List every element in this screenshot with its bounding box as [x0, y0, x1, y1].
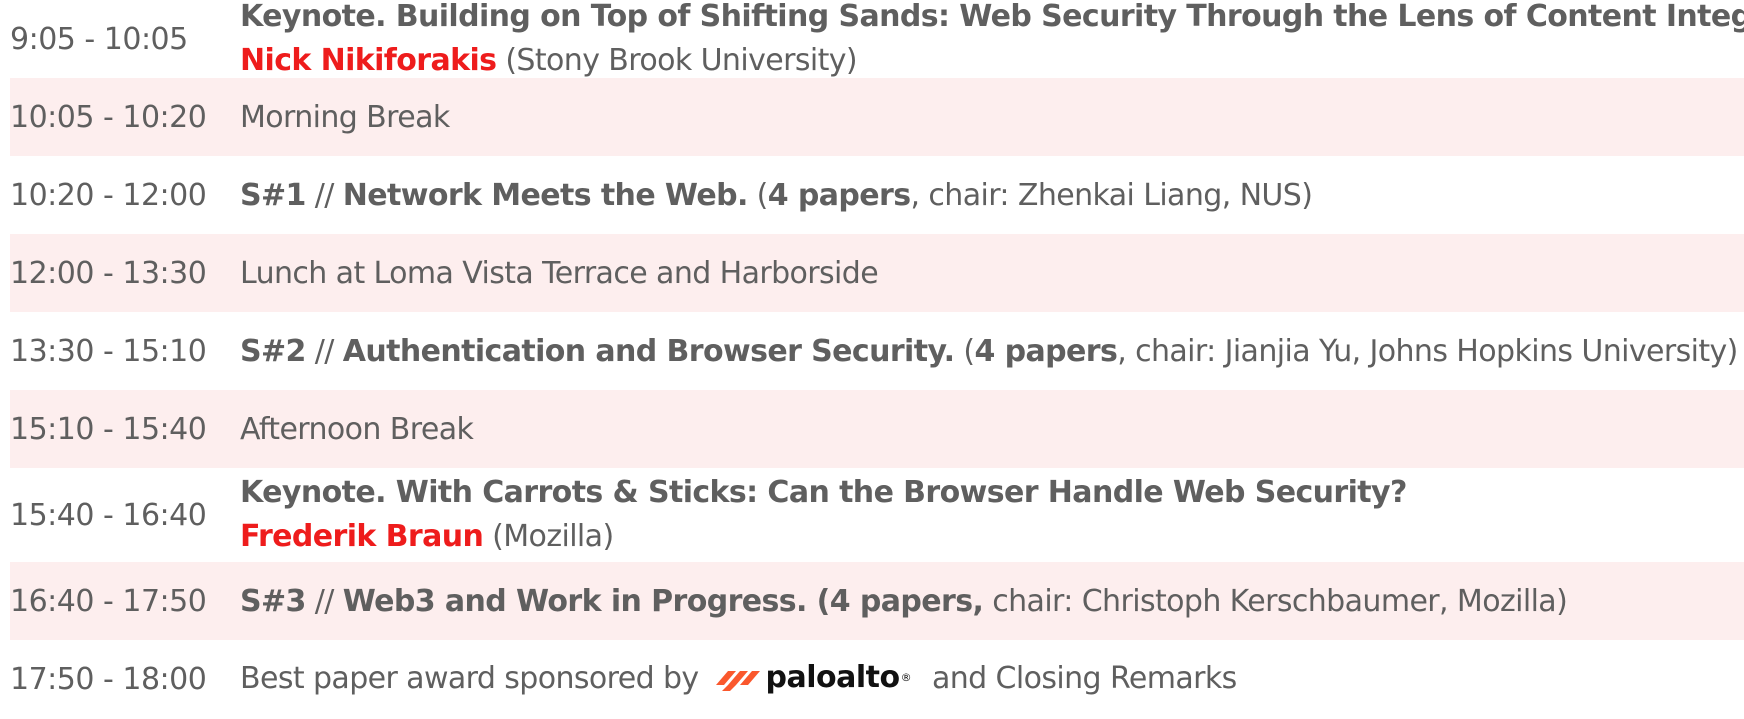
schedule-row-session-1: 10:20 - 12:00 S#1 // Network Meets the W… [10, 156, 1744, 234]
session-name: Authentication and Browser Security. [342, 333, 955, 369]
time-slot: 10:05 - 10:20 [10, 99, 207, 135]
paper-count: 4 papers [767, 177, 911, 213]
session-chair: chair: Christoph Kerschbaumer, Mozilla) [983, 583, 1568, 619]
keynote-content: Keynote. With Carrots & Sticks: Can the … [240, 471, 1407, 559]
time-slot: 12:00 - 13:30 [10, 255, 207, 291]
award-text: Best paper award sponsored by [240, 661, 699, 696]
session-separator: // [305, 177, 343, 213]
session-name: Network Meets the Web. [342, 177, 749, 213]
closing-remarks-text: and Closing Remarks [931, 661, 1237, 696]
keynote-title: Keynote. With Carrots & Sticks: Can the … [240, 475, 1407, 510]
time-slot: 13:30 - 15:10 [10, 333, 207, 369]
schedule-row-lunch: 12:00 - 13:30 Lunch at Loma Vista Terrac… [10, 234, 1744, 312]
schedule-row-keynote-1: 9:05 - 10:05 Keynote. Building on Top of… [10, 0, 1744, 78]
schedule-row-closing: 17:50 - 18:00 Best paper award sponsored… [10, 640, 1744, 718]
schedule-table: 9:05 - 10:05 Keynote. Building on Top of… [10, 0, 1744, 718]
paloalto-chevron-icon [715, 670, 760, 691]
keynote-content: Keynote. Building on Top of Shifting San… [240, 0, 1744, 83]
speaker-affiliation: (Mozilla) [483, 519, 614, 554]
speaker-name: Nick Nikiforakis [240, 43, 497, 78]
time-slot: 10:20 - 12:00 [10, 177, 207, 213]
paper-count: 4 papers [974, 333, 1118, 369]
session-separator: // [305, 583, 343, 619]
schedule-row-keynote-2: 15:40 - 16:40 Keynote. With Carrots & St… [10, 468, 1744, 562]
time-slot: 15:10 - 15:40 [10, 411, 207, 447]
session-id: S#3 [240, 583, 306, 619]
session-chair: , chair: Zhenkai Liang, NUS) [910, 177, 1313, 213]
keynote-title: Keynote. Building on Top of Shifting San… [240, 0, 1744, 34]
break-label: Morning Break [240, 99, 450, 135]
time-slot: 17:50 - 18:00 [10, 661, 207, 697]
registered-mark-icon: ® [900, 671, 912, 684]
lunch-label: Lunch at Loma Vista Terrace and Harborsi… [240, 255, 879, 291]
time-slot: 16:40 - 17:50 [10, 583, 207, 619]
schedule-row-session-3: 16:40 - 17:50 S#3 // Web3 and Work in Pr… [10, 562, 1744, 640]
session-id: S#1 [240, 177, 306, 213]
session-content: S#3 // Web3 and Work in Progress. (4 pap… [240, 583, 1568, 619]
paloalto-wordmark: paloalto [765, 660, 901, 695]
session-content: S#1 // Network Meets the Web. (4 papers,… [240, 177, 1313, 213]
session-chair: , chair: Jianjia Yu, Johns Hopkins Unive… [1117, 333, 1738, 369]
speaker-name: Frederik Braun [240, 519, 484, 554]
speaker-affiliation: (Stony Brook University) [496, 43, 858, 78]
session-content: S#2 // Authentication and Browser Securi… [240, 334, 1738, 369]
time-slot: 15:40 - 16:40 [10, 497, 207, 533]
paloalto-logo: paloalto ® [714, 660, 912, 695]
session-paren: ( [954, 333, 975, 369]
schedule-row-break: 10:05 - 10:20 Morning Break [10, 78, 1744, 156]
session-id: S#2 [240, 333, 306, 369]
break-label: Afternoon Break [240, 411, 474, 447]
closing-content: Best paper award sponsored by paloalto ® … [240, 660, 1237, 697]
session-separator: // [305, 333, 343, 369]
schedule-row-break: 15:10 - 15:40 Afternoon Break [10, 390, 1744, 468]
session-name: Web3 and Work in Progress. (4 papers, [342, 583, 984, 619]
schedule-row-session-2: 13:30 - 15:10 S#2 // Authentication and … [10, 312, 1744, 390]
session-paren: ( [747, 177, 769, 213]
time-slot: 9:05 - 10:05 [10, 21, 188, 57]
